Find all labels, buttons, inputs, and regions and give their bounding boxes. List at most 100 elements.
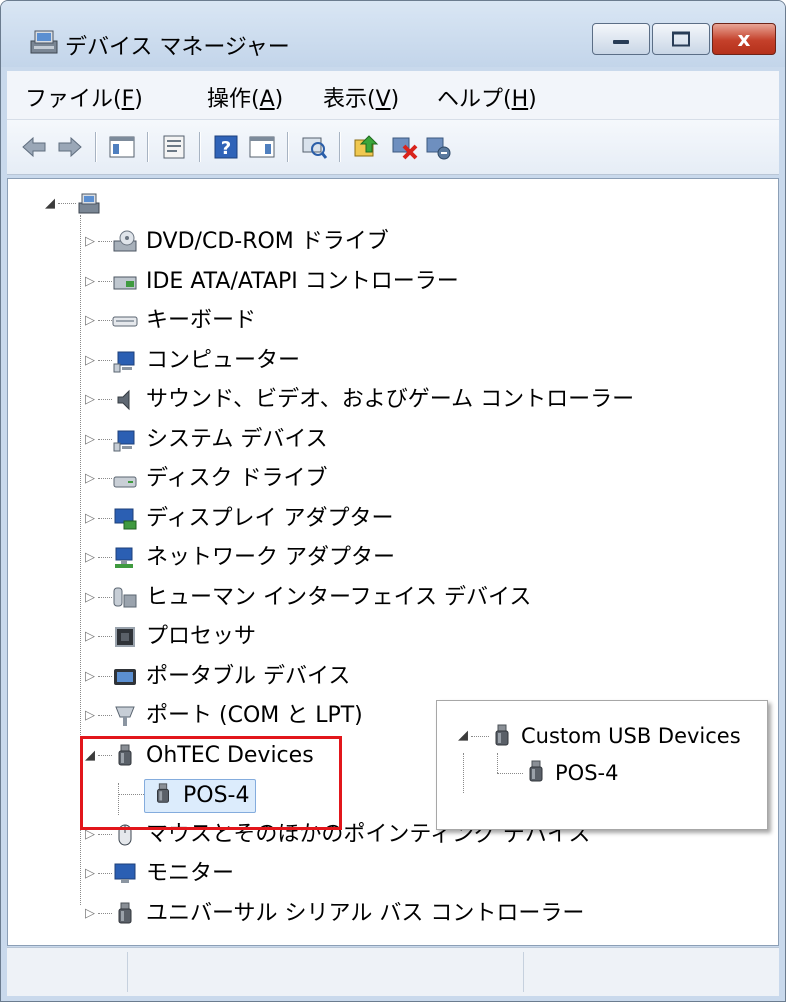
callout-child-label: POS-4: [555, 761, 619, 785]
tree-category-row[interactable]: ▷ コンピューター: [8, 344, 778, 378]
expand-arrow-icon[interactable]: ▷: [84, 541, 96, 575]
menu-help-accelerator: H: [511, 87, 529, 112]
expand-arrow-icon[interactable]: ▷: [84, 620, 96, 654]
back-icon[interactable]: [19, 132, 49, 162]
toolbar-separator: [147, 132, 148, 162]
close-button[interactable]: x: [712, 23, 776, 55]
expand-arrow-icon[interactable]: ▷: [84, 423, 96, 457]
menu-view[interactable]: 表示(V): [323, 81, 399, 113]
collapse-arrow-icon[interactable]: ◢: [44, 187, 56, 221]
tree-category-row[interactable]: ▷ DVD/CD-ROM ドライブ: [8, 225, 778, 259]
tree-category-row[interactable]: ▷ プロセッサ: [8, 620, 778, 654]
expand-arrow-icon[interactable]: ▷: [84, 265, 96, 299]
tree-category-label: モニター: [146, 861, 235, 886]
tree-category-row[interactable]: ▷ ポータブル デバイス: [8, 660, 778, 694]
uninstall-icon[interactable]: [389, 132, 419, 162]
expand-arrow-icon[interactable]: ▷: [84, 344, 96, 378]
maximize-button[interactable]: [652, 23, 710, 55]
tree-category-row[interactable]: ▷ システム デバイス: [8, 423, 778, 457]
tree-connector: [98, 833, 112, 835]
device-manager-icon: [30, 30, 58, 54]
tree-connector: [98, 359, 112, 361]
tree-connector: [98, 399, 112, 400]
tree-connector: [98, 517, 112, 519]
console-tree-icon[interactable]: [107, 132, 137, 162]
menu-help-close-paren: ): [528, 87, 537, 112]
window-title: デバイス マネージャー: [65, 35, 290, 60]
tree-category-row[interactable]: ▷ ユニバーサル シリアル バス コントローラー: [8, 897, 778, 931]
processor-icon: [115, 627, 135, 647]
tree-category-label: ディスプレイ アダプター: [146, 505, 394, 531]
tree-category-label: ヒューマン インターフェイス デバイス: [146, 584, 532, 610]
expand-arrow-icon[interactable]: ▷: [84, 660, 96, 694]
action-pane-icon[interactable]: [247, 132, 277, 162]
tree-category-row[interactable]: ▷ ヒューマン インターフェイス デバイス: [8, 581, 778, 615]
dvd-drive-icon: [113, 230, 137, 252]
svg-text:?: ?: [221, 138, 231, 159]
minimize-button[interactable]: [592, 23, 650, 55]
expand-arrow-icon[interactable]: ▷: [84, 304, 96, 338]
tree-category-label: コンピューター: [146, 347, 301, 373]
title-bar[interactable]: デバイス マネージャー x: [1, 1, 785, 67]
tree-category-label: システム デバイス: [146, 426, 328, 452]
display-adapter-icon: [114, 508, 137, 529]
collapse-arrow-icon: ◢: [458, 728, 468, 743]
tree-category-row[interactable]: ▷ IDE ATA/ATAPI コントローラー: [8, 265, 778, 299]
tree-category-label: ユニバーサル シリアル バス コントローラー: [146, 900, 585, 926]
status-bar-divider: [127, 952, 128, 992]
tree-category-row[interactable]: ▷ ディスク ドライブ: [8, 462, 778, 496]
tree-category-row[interactable]: ▷ サウンド、ビデオ、およびゲーム コントローラー: [8, 383, 778, 417]
tree-connector: [98, 636, 112, 637]
tree-category-label: プロセッサ: [146, 624, 257, 649]
tree-connector: [98, 241, 112, 242]
expand-arrow-icon[interactable]: ▷: [84, 581, 96, 615]
toolbar: ?: [7, 120, 779, 175]
toolbar-separator: [95, 132, 96, 162]
hid-icon: [113, 587, 137, 607]
expand-arrow-icon[interactable]: ▷: [84, 502, 96, 536]
tree-category-row[interactable]: ▷ キーボード: [8, 304, 778, 338]
tree-connector: [98, 557, 112, 558]
expand-arrow-icon[interactable]: ▷: [84, 225, 96, 259]
usb-plug-icon: [529, 760, 543, 782]
tree-connector: [98, 675, 112, 677]
port-icon: [115, 706, 135, 726]
tree-category-label: ネットワーク アダプター: [146, 545, 395, 570]
tree-category-row[interactable]: ▷ ネットワーク アダプター: [8, 541, 778, 575]
forward-icon[interactable]: [55, 132, 85, 162]
expand-arrow-icon[interactable]: ▷: [84, 897, 96, 931]
properties-icon[interactable]: [159, 132, 189, 162]
menu-action-label: 操作(: [207, 87, 260, 112]
tree-connector: [98, 320, 112, 321]
tree-category-label: キーボード: [146, 308, 257, 333]
disk-drive-icon: [113, 476, 137, 488]
menu-file-close-paren: ): [134, 87, 143, 112]
tree-category-label: ポート (COM と LPT): [146, 703, 363, 728]
disable-icon[interactable]: [423, 132, 453, 162]
menu-file[interactable]: ファイル(F): [25, 81, 143, 113]
menu-view-label: 表示(: [323, 87, 376, 112]
status-bar-divider: [523, 952, 524, 992]
scan-hardware-icon[interactable]: [299, 132, 329, 162]
close-icon: x: [737, 27, 751, 51]
menu-action-close-paren: ): [274, 87, 284, 112]
expand-arrow-icon[interactable]: ▷: [84, 383, 96, 417]
tree-connector: [98, 478, 112, 479]
tree-category-row[interactable]: ▷ モニター: [8, 857, 778, 891]
expand-arrow-icon[interactable]: ▷: [84, 857, 96, 891]
tree-category-label: IDE ATA/ATAPI コントローラー: [146, 268, 459, 294]
help-icon[interactable]: ?: [211, 132, 241, 162]
tree-category-row[interactable]: ▷ ディスプレイ アダプター: [8, 502, 778, 536]
menu-action[interactable]: 操作(A): [207, 81, 283, 113]
callout-parent-label: Custom USB Devices: [521, 724, 741, 748]
device-tree[interactable]: ◢ ▷ DVD/CD-ROM ドライブ ▷ IDE ATA/ATAPI コントローラー…: [7, 178, 779, 946]
tree-connector: [98, 715, 112, 716]
expand-arrow-icon[interactable]: ▷: [84, 462, 96, 496]
tree-category-label: DVD/CD-ROM ドライブ: [146, 229, 389, 254]
tree-root[interactable]: ◢: [8, 187, 778, 221]
menu-view-accelerator: V: [375, 87, 391, 112]
usb-plug-icon: [495, 724, 509, 746]
expand-arrow-icon[interactable]: ▷: [84, 699, 96, 733]
update-driver-icon[interactable]: [351, 132, 381, 162]
menu-help[interactable]: ヘルプ(H): [437, 81, 537, 113]
